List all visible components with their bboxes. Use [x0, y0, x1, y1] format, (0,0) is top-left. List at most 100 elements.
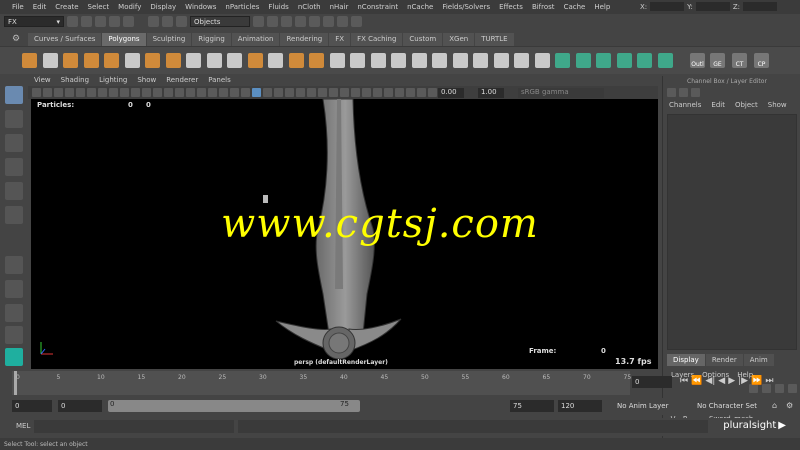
shelf-tool-icon[interactable]	[534, 53, 550, 68]
menu-file[interactable]: File	[12, 3, 24, 11]
shelf-tool-icon[interactable]	[145, 53, 160, 68]
viewport-tool-icon[interactable]	[263, 88, 272, 97]
viewport-tool-icon[interactable]	[43, 88, 52, 97]
tab-polygons[interactable]: Polygons	[102, 33, 146, 46]
viewport-tool-icon[interactable]	[131, 88, 140, 97]
viewport-tool-icon[interactable]	[219, 88, 228, 97]
viewport-tool-icon[interactable]	[274, 88, 283, 97]
shelf-tool-icon[interactable]	[473, 53, 488, 68]
open-scene-icon[interactable]	[81, 16, 92, 27]
cb-icon-1[interactable]	[667, 88, 676, 97]
viewport-tool-icon[interactable]	[362, 88, 371, 97]
gamma-field[interactable]: 1.00	[478, 88, 504, 98]
select-handles-icon[interactable]	[253, 16, 264, 27]
menu-nhair[interactable]: nHair	[330, 3, 349, 11]
viewport-tool-icon[interactable]	[285, 88, 294, 97]
shelf-tool-icon[interactable]	[309, 53, 324, 68]
current-frame-field[interactable]: 0	[632, 376, 672, 388]
mel-input[interactable]	[34, 420, 234, 433]
menu-effects[interactable]: Effects	[499, 3, 523, 11]
shelf-tool-icon[interactable]	[657, 53, 673, 68]
cb-icon-3[interactable]	[691, 88, 700, 97]
viewport-tool-icon[interactable]	[351, 88, 360, 97]
undo-icon[interactable]	[109, 16, 120, 27]
start-time-field[interactable]: 0	[12, 400, 52, 412]
menu-help[interactable]: Help	[594, 3, 610, 11]
step-forward-frame-icon[interactable]: |▶	[738, 376, 748, 386]
tab-custom[interactable]: Custom	[403, 33, 443, 46]
tab-rigging[interactable]: Rigging	[192, 33, 231, 46]
menu-nparticles[interactable]: nParticles	[225, 3, 259, 11]
shelf-tool-icon[interactable]	[411, 53, 427, 68]
viewport-tool-icon[interactable]	[307, 88, 316, 97]
shelf-tool-icon[interactable]	[268, 53, 283, 68]
viewport-tool-icon[interactable]	[208, 88, 217, 97]
viewport-tool-icon[interactable]	[109, 88, 118, 97]
tab-fx[interactable]: FX	[329, 33, 351, 46]
end-time-field[interactable]: 120	[558, 400, 602, 412]
lasso-tool-icon[interactable]	[5, 110, 23, 128]
menu-select[interactable]: Select	[88, 3, 110, 11]
range-start-field[interactable]: 0	[58, 400, 102, 412]
shelf-tool-icon[interactable]	[63, 53, 78, 68]
character-set-icon[interactable]: ⌂	[772, 401, 777, 410]
viewport-tool-icon[interactable]	[186, 88, 195, 97]
tab-xgen[interactable]: XGen	[443, 33, 475, 46]
shelf-tool-icon[interactable]	[432, 53, 447, 68]
rotate-tool-icon[interactable]	[5, 182, 23, 200]
shelf-tool-icon[interactable]	[452, 53, 468, 68]
menu-fluids[interactable]: Fluids	[268, 3, 288, 11]
viewport-tool-icon[interactable]	[164, 88, 173, 97]
viewport-tool-icon[interactable]	[98, 88, 107, 97]
shelf-tool-icon[interactable]	[288, 53, 304, 68]
select-tool-icon[interactable]	[5, 86, 23, 104]
range-slider[interactable]: 0 75	[108, 400, 360, 412]
viewport-tool-icon[interactable]	[373, 88, 382, 97]
perspective-viewport[interactable]: Particles: 0 0 www.cgtsj.com persp (defa…	[31, 99, 658, 369]
graph-layout-icon[interactable]	[5, 326, 23, 344]
shelf-tool-icon[interactable]	[575, 53, 591, 68]
y-field[interactable]	[695, 2, 730, 11]
shelf-tool-icon[interactable]	[350, 53, 365, 68]
viewport-tool-icon[interactable]	[395, 88, 404, 97]
go-to-end-icon[interactable]: ⏭	[765, 376, 773, 386]
object-mode-icon[interactable]	[162, 16, 173, 27]
shelf-tool-icon[interactable]	[83, 53, 99, 68]
tab-rendering[interactable]: Rendering	[280, 33, 329, 46]
channel-box-menu-object[interactable]: Object	[735, 101, 758, 109]
shelf-tool-icon[interactable]	[165, 53, 181, 68]
tab-curves-surfaces[interactable]: Curves / Surfaces	[28, 33, 102, 46]
menu-fields-solvers[interactable]: Fields/Solvers	[442, 3, 490, 11]
preferences-icon[interactable]: ⚙	[786, 401, 793, 410]
move-tool-icon[interactable]	[5, 158, 23, 176]
range-end-field[interactable]: 75	[510, 400, 554, 412]
shelf-tool-icon[interactable]	[247, 53, 263, 68]
menu-set-select[interactable]: FX ▾	[4, 16, 64, 27]
viewport-tool-icon[interactable]	[340, 88, 349, 97]
channel-box-menu-channels[interactable]: Channels	[669, 101, 701, 109]
cb-icon-2[interactable]	[679, 88, 688, 97]
viewport-tool-icon[interactable]	[76, 88, 85, 97]
step-back-frame-icon[interactable]: ◀|	[705, 376, 715, 386]
scale-tool-icon[interactable]	[5, 206, 23, 224]
channel-box-area[interactable]	[667, 114, 797, 350]
layer-tab-render[interactable]: Render	[705, 354, 743, 366]
new-layer-selected-icon[interactable]	[788, 384, 797, 393]
viewport-tool-icon[interactable]	[142, 88, 151, 97]
new-scene-icon[interactable]	[67, 16, 78, 27]
tab-turtle[interactable]: TURTLE	[475, 33, 514, 46]
viewport-tool-icon[interactable]	[241, 88, 250, 97]
select-misc-icon[interactable]	[351, 16, 362, 27]
go-to-start-icon[interactable]: ⏮	[680, 376, 688, 386]
menu-nconstraint[interactable]: nConstraint	[357, 3, 398, 11]
shelf-tool-icon[interactable]	[186, 53, 201, 68]
tab-animation[interactable]: Animation	[231, 33, 280, 46]
menu-bifrost[interactable]: Bifrost	[532, 3, 555, 11]
four-view-layout-icon[interactable]	[5, 280, 23, 298]
shelf-tool-icon[interactable]	[391, 53, 406, 68]
shelf-gear-icon[interactable]: ⚙	[12, 34, 24, 46]
shelf-tool-icon[interactable]	[637, 53, 652, 68]
select-deformations-icon[interactable]	[309, 16, 320, 27]
shelf-tool-icon[interactable]	[596, 53, 611, 68]
viewport-tool-icon[interactable]	[54, 88, 63, 97]
